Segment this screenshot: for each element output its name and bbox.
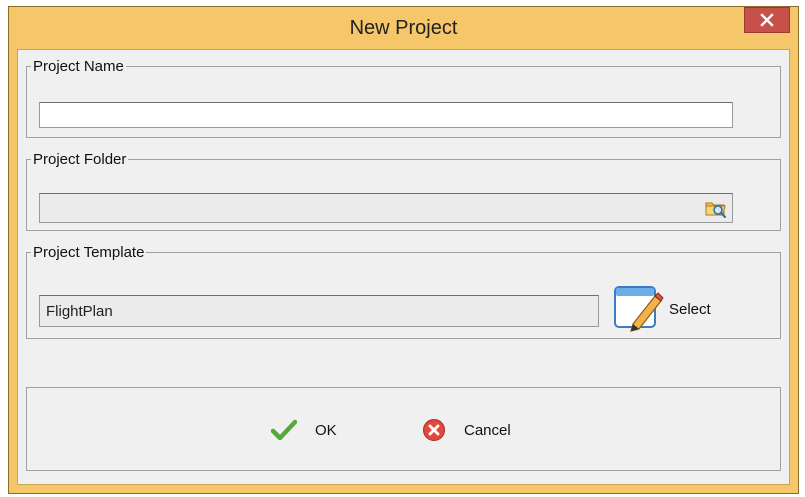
new-project-dialog: New Project Project Name Project Folder bbox=[8, 6, 799, 494]
project-folder-input[interactable] bbox=[39, 193, 733, 223]
close-icon bbox=[760, 13, 774, 27]
cancel-icon bbox=[423, 419, 445, 441]
project-folder-legend: Project Folder bbox=[33, 151, 127, 168]
title-bar[interactable]: New Project bbox=[9, 7, 798, 49]
edit-window-icon bbox=[614, 286, 664, 332]
project-name-legend: Project Name bbox=[33, 58, 124, 75]
project-template-legend: Project Template bbox=[33, 244, 145, 261]
checkmark-icon bbox=[271, 419, 297, 441]
project-template-input[interactable] bbox=[39, 295, 599, 327]
action-bar: OK Cancel bbox=[26, 387, 781, 471]
folder-search-icon bbox=[705, 202, 727, 218]
select-template-label: Select bbox=[669, 300, 711, 318]
dialog-title: New Project bbox=[349, 17, 458, 39]
cancel-button[interactable]: Cancel bbox=[422, 415, 511, 445]
browse-folder-button[interactable] bbox=[703, 196, 729, 220]
cancel-label: Cancel bbox=[464, 421, 511, 439]
project-name-input[interactable] bbox=[39, 102, 733, 128]
dialog-body: Project Name Project Folder Project Temp… bbox=[17, 49, 790, 485]
project-name-group: Project Name bbox=[26, 58, 781, 138]
ok-button[interactable]: OK bbox=[271, 415, 337, 445]
ok-label: OK bbox=[315, 421, 337, 439]
project-folder-group: Project Folder bbox=[26, 151, 781, 231]
select-template-button[interactable]: Select bbox=[613, 283, 711, 335]
project-template-group: Project Template Select bbox=[26, 244, 781, 339]
close-button[interactable] bbox=[744, 7, 790, 33]
